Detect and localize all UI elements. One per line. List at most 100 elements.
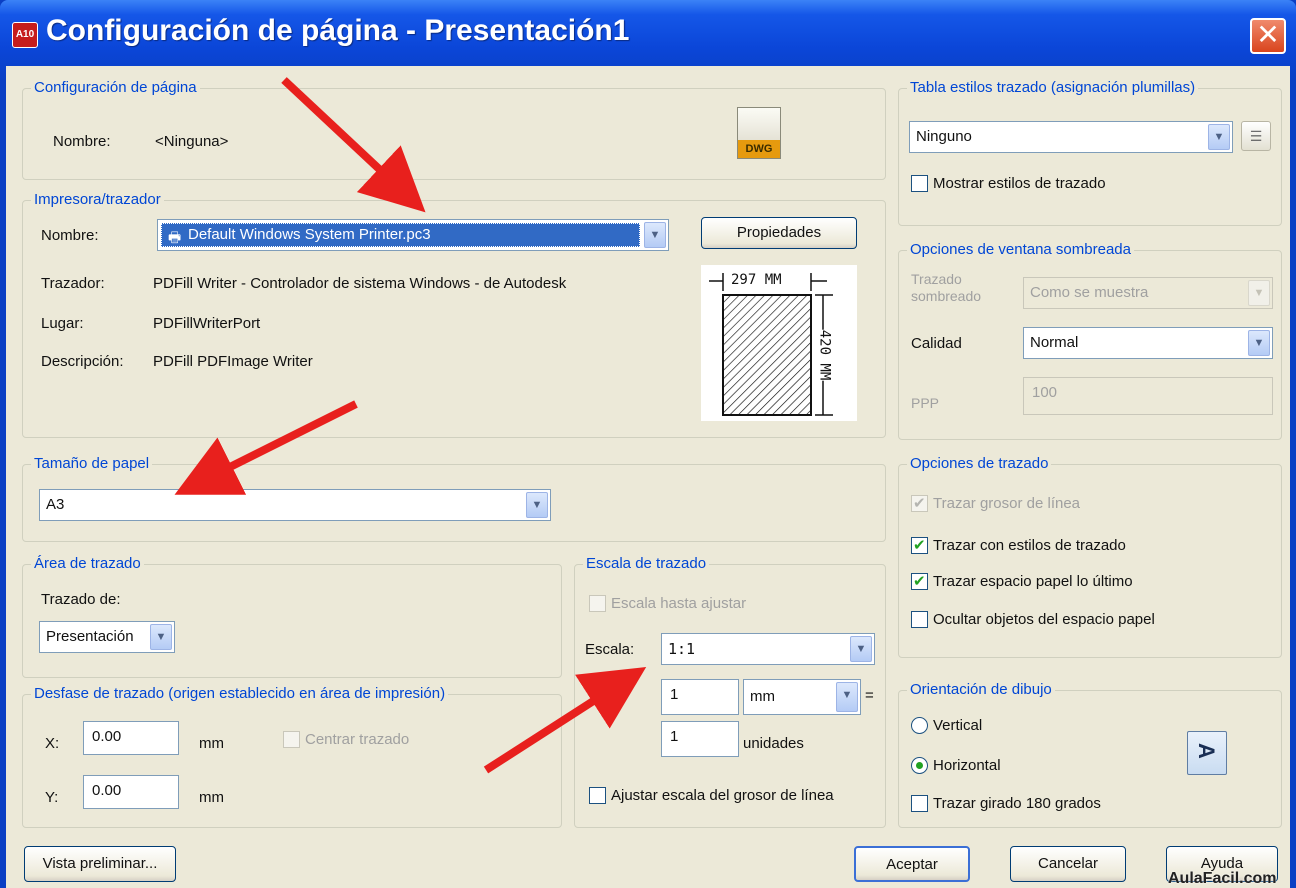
hide-paperspace-objects-label: Ocultar objetos del espacio papel <box>933 611 1155 628</box>
plot-area-group-title: Área de trazado <box>31 555 144 573</box>
show-plot-styles-checkbox[interactable] <box>911 175 928 192</box>
window-title: Configuración de página - Presentación1 <box>46 14 630 47</box>
offset-x-input[interactable]: 0.00 <box>83 721 179 755</box>
plot-upside-down-checkbox[interactable] <box>911 795 928 812</box>
shade-plot-value: Como se muestra <box>1030 284 1149 301</box>
center-plot-checkbox[interactable] <box>283 731 300 748</box>
dwg-file-icon: DWG <box>737 107 781 159</box>
fit-to-paper-checkbox[interactable] <box>589 595 606 612</box>
plot-scale-group-title: Escala de trazado <box>583 555 710 573</box>
paper-size-select[interactable]: A3 ▼ <box>39 489 551 521</box>
preview-button[interactable]: Vista preliminar... <box>24 846 176 882</box>
descripcion-value: PDFill PDFImage Writer <box>153 353 313 370</box>
paper-width-label: 297 MM <box>731 272 782 288</box>
portrait-label: Vertical <box>933 717 983 734</box>
plot-from-select[interactable]: Presentación ▼ <box>39 621 175 653</box>
shade-plot-label: Trazado sombreado <box>911 271 982 304</box>
plot-from-label: Trazado de: <box>41 591 121 608</box>
printer-select[interactable]: 🖶 Default Windows System Printer.pc3 ▼ <box>157 219 669 251</box>
scale-unit-dropdown-icon[interactable]: ▼ <box>836 682 858 712</box>
offset-y-label: Y: <box>45 789 59 806</box>
orientation-preview-icon: A <box>1187 731 1227 775</box>
plot-style-dropdown-icon[interactable]: ▼ <box>1208 124 1230 150</box>
offset-x-label: X: <box>45 735 60 752</box>
descripcion-label: Descripción: <box>41 353 124 370</box>
plot-paperspace-last-checkbox[interactable] <box>911 572 928 590</box>
scale-label: Escala: <box>585 641 635 658</box>
offset-x-unit: mm <box>199 735 224 752</box>
scale-dropdown-icon[interactable]: ▼ <box>850 636 872 662</box>
show-plot-styles-label: Mostrar estilos de trazado <box>933 175 1106 192</box>
scale-numerator-input[interactable]: 1 <box>661 679 739 715</box>
quality-dropdown-icon[interactable]: ▼ <box>1248 330 1270 356</box>
drawing-orientation-group-title: Orientación de dibujo <box>907 681 1055 699</box>
landscape-radio[interactable] <box>911 757 928 774</box>
portrait-radio[interactable] <box>911 717 928 734</box>
plot-scale-group: Escala de trazado Escala hasta ajustar E… <box>574 555 886 828</box>
paper-size-dropdown-icon[interactable]: ▼ <box>526 492 548 518</box>
paper-size-preview: 297 MM 420 MM <box>701 265 857 421</box>
plot-lineweights-label: Trazar grosor de línea <box>933 495 1081 512</box>
plot-upside-down-label: Trazar girado 180 grados <box>933 795 1101 812</box>
plot-with-styles-label: Trazar con estilos de trazado <box>933 537 1126 554</box>
plot-lineweights-checkbox[interactable] <box>911 494 928 512</box>
shade-plot-select[interactable]: Como se muestra ▼ <box>1023 277 1273 309</box>
drawing-orientation-group: Orientación de dibujo Vertical Horizonta… <box>898 681 1282 828</box>
plot-area-group: Área de trazado Trazado de: Presentación… <box>22 555 562 678</box>
printer-name-label: Nombre: <box>41 227 99 244</box>
dpi-input[interactable]: 100 <box>1023 377 1273 415</box>
close-button[interactable]: ✕ <box>1250 18 1286 54</box>
quality-select[interactable]: Normal ▼ <box>1023 327 1273 359</box>
plot-options-group: Opciones de trazado Trazar grosor de lín… <box>898 455 1282 658</box>
shaded-viewport-group-title: Opciones de ventana sombreada <box>907 241 1134 259</box>
dialog-client-area: Configuración de página Nombre: <Ninguna… <box>6 66 1290 888</box>
equals-sign: = <box>865 687 874 704</box>
plot-offset-group: Desfase de trazado (origen establecido e… <box>22 685 562 828</box>
edit-plot-style-icon[interactable]: ☰ <box>1241 121 1271 151</box>
fit-to-paper-label: Escala hasta ajustar <box>611 595 747 612</box>
shaded-viewport-group: Opciones de ventana sombreada Trazado so… <box>898 241 1282 440</box>
page-setup-name-value: <Ninguna> <box>155 133 229 150</box>
trazador-label: Trazador: <box>41 275 105 292</box>
scale-unit-value: mm <box>750 688 775 705</box>
cancel-button[interactable]: Cancelar <box>1010 846 1126 882</box>
units-label: unidades <box>743 735 804 752</box>
printer-group: Impresora/trazador Nombre: 🖶 Default Win… <box>22 191 886 438</box>
center-plot-label: Centrar trazado <box>305 731 410 748</box>
plot-options-group-title: Opciones de trazado <box>907 455 1052 473</box>
plot-style-table-group-title: Tabla estilos trazado (asignación plumil… <box>907 79 1199 97</box>
printer-icon: 🖶 <box>168 229 182 245</box>
autocad-app-icon: A10 <box>12 22 38 48</box>
lugar-value: PDFillWriterPort <box>153 315 261 332</box>
plot-style-select[interactable]: Ninguno ▼ <box>909 121 1233 153</box>
offset-y-input[interactable]: 0.00 <box>83 775 179 809</box>
landscape-label: Horizontal <box>933 757 1001 774</box>
plot-style-table-group: Tabla estilos trazado (asignación plumil… <box>898 79 1282 226</box>
watermark: AulaFacil.com <box>1168 870 1277 887</box>
accept-button[interactable]: Aceptar <box>854 846 970 882</box>
scale-lineweights-checkbox[interactable] <box>589 787 606 804</box>
scale-value: 1:1 <box>668 640 696 658</box>
printer-group-title: Impresora/trazador <box>31 191 164 209</box>
lugar-label: Lugar: <box>41 315 84 332</box>
plot-from-value: Presentación <box>46 628 134 645</box>
hide-paperspace-objects-checkbox[interactable] <box>911 611 928 628</box>
quality-value: Normal <box>1030 334 1079 351</box>
page-setup-group: Configuración de página Nombre: <Ninguna… <box>22 79 886 180</box>
plot-from-dropdown-icon[interactable]: ▼ <box>150 624 172 650</box>
paper-height-label: 420 MM <box>816 329 833 381</box>
page-setup-group-title: Configuración de página <box>31 79 200 97</box>
scale-select[interactable]: 1:1 ▼ <box>661 633 875 665</box>
printer-dropdown-icon[interactable]: ▼ <box>644 222 666 248</box>
page-setup-name-label: Nombre: <box>53 133 111 150</box>
scale-lineweights-label: Ajustar escala del grosor de línea <box>611 787 834 804</box>
paper-size-group: Tamaño de papel A3 ▼ <box>22 455 886 542</box>
plot-offset-group-title: Desfase de trazado (origen establecido e… <box>31 685 449 703</box>
plot-style-value: Ninguno <box>916 128 972 145</box>
printer-value: Default Windows System Printer.pc3 <box>188 226 431 243</box>
plot-with-styles-checkbox[interactable] <box>911 536 928 554</box>
scale-units-input[interactable]: 1 <box>661 721 739 757</box>
properties-button[interactable]: Propiedades <box>701 217 857 249</box>
scale-unit-select[interactable]: mm ▼ <box>743 679 861 715</box>
shade-plot-dropdown-icon[interactable]: ▼ <box>1248 280 1270 306</box>
